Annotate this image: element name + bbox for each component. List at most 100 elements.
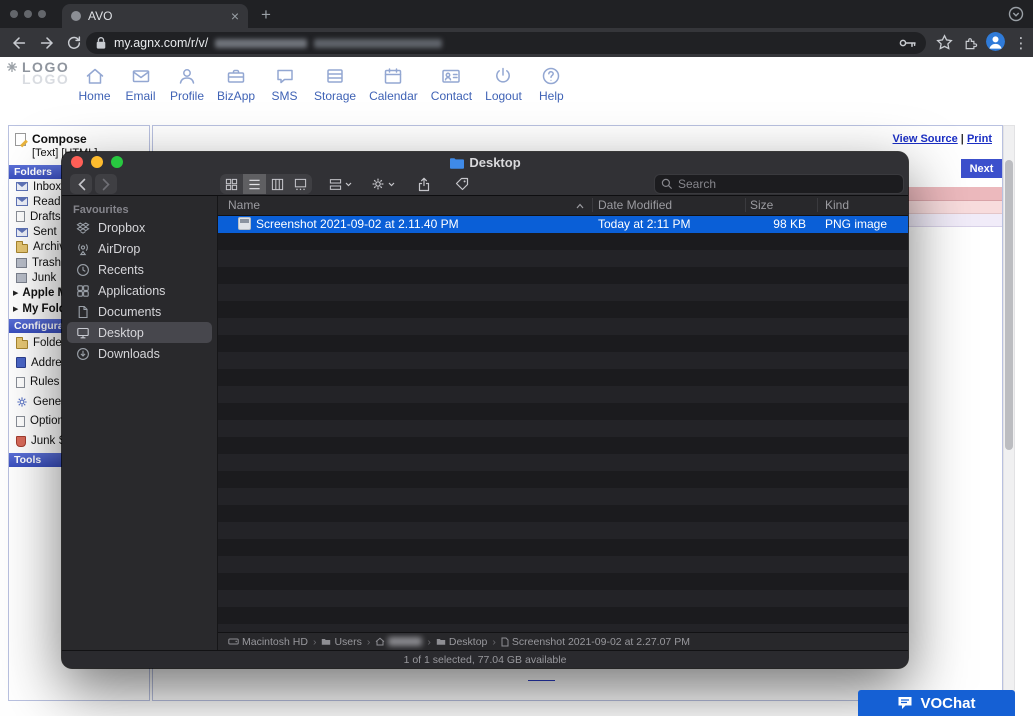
path-item-desktop[interactable]: Desktop [436,636,488,648]
gallery-view-icon[interactable] [289,174,312,194]
column-divider[interactable] [817,198,818,212]
nav-home[interactable]: Home [78,65,111,103]
junk-icon [16,273,27,283]
profile-icon [176,65,198,87]
page-scrollbar[interactable] [1003,125,1015,702]
nav-sms[interactable]: SMS [268,65,301,103]
search-input[interactable] [678,177,897,191]
finder-back-icon[interactable] [70,174,92,194]
sidebar-item-label: AirDrop [98,242,140,256]
gear-icon [371,177,385,191]
window-zoom-button[interactable] [38,10,46,18]
email-icon [130,65,152,87]
nav-help[interactable]: Help [535,65,568,103]
finder-titlebar[interactable]: Desktop [62,152,908,196]
folder-label: Trash [32,257,61,269]
help-icon [540,65,562,87]
column-view-icon[interactable] [266,174,289,194]
sort-ascending-icon[interactable] [576,203,584,209]
nav-label: Email [125,89,155,103]
nav-bizapp[interactable]: BizApp [217,65,255,103]
browser-tab[interactable]: AVO × [62,4,248,28]
share-button[interactable] [412,174,436,194]
finder-sidebar: Favourites Dropbox AirDrop Recents Appli… [62,196,218,650]
nav-storage[interactable]: Storage [314,65,356,103]
applications-icon [76,284,90,298]
finder-title-text: Desktop [469,155,520,170]
nav-profile[interactable]: Profile [170,65,204,103]
finder-search-field[interactable] [654,174,904,194]
sidebar-item-airdrop[interactable]: AirDrop [67,238,212,259]
sidebar-item-dropbox[interactable]: Dropbox [67,217,212,238]
url-bar[interactable]: my.agnx.com/r/v/ [86,32,926,54]
path-separator: › [366,636,372,648]
path-item-macintosh-hd[interactable]: Macintosh HD [228,636,308,648]
finder-window: Desktop [62,152,908,668]
column-divider[interactable] [592,198,593,212]
nav-email[interactable]: Email [124,65,157,103]
list-view-icon[interactable] [243,174,266,194]
nav-calendar[interactable]: Calendar [369,65,418,103]
nav-logout[interactable]: Logout [485,65,522,103]
sidebar-item-label: Desktop [98,326,144,340]
extensions-icon[interactable] [960,32,982,53]
url-redacted-segment [314,39,442,48]
header-links: View Source | Print [893,133,992,145]
file-thumbnail-icon [238,217,251,230]
expand-arrow-icon[interactable]: ▶ [13,306,18,313]
file-row-selected[interactable]: Screenshot 2021-09-02 at 2.11.40 PM Toda… [218,216,908,233]
window-minimize-button[interactable] [24,10,32,18]
window-close-button[interactable] [10,10,18,18]
sidebar-item-downloads[interactable]: Downloads [67,343,212,364]
vochat-button[interactable]: VOChat [858,690,1015,716]
path-item-users[interactable]: Users [321,636,361,648]
sidebar-item-recents[interactable]: Recents [67,259,212,280]
column-date-modified[interactable]: Date Modified [598,198,672,212]
path-separator: › [312,636,318,648]
share-icon [417,177,431,192]
expand-arrow-icon[interactable]: ▶ [13,290,18,297]
new-tab-button[interactable]: + [256,5,276,25]
clock-icon [76,263,90,277]
bookmark-star-icon[interactable] [933,32,955,53]
url-redacted-segment [215,39,307,48]
path-item-file[interactable]: Screenshot 2021-09-02 at 2.27.07 PM [501,636,690,648]
view-source-link[interactable]: View Source [893,133,958,145]
group-by-button[interactable] [324,174,356,194]
path-separator: › [491,636,497,648]
sidebar-item-desktop[interactable]: Desktop [67,322,212,343]
logo-text-ghost: LOGO [22,73,69,85]
path-label: Macintosh HD [242,636,308,648]
webmail-nav: Home Email Profile BizApp SMS Storage Ca… [78,65,568,103]
reload-icon[interactable] [62,32,84,53]
profile-avatar[interactable] [986,32,1005,51]
finder-path-bar: Macintosh HD › Users › › Desktop › Scree… [218,632,908,650]
folder-label: Inbox [33,181,61,193]
search-icon [661,178,673,190]
finder-forward-icon[interactable] [95,174,117,194]
icon-view-icon[interactable] [220,174,243,194]
tab-search-icon[interactable] [1008,6,1024,22]
back-icon[interactable] [8,32,30,53]
key-icon[interactable] [899,37,917,49]
forward-icon[interactable] [36,32,58,53]
nav-label: Help [539,89,564,103]
sidebar-item-documents[interactable]: Documents [67,301,212,322]
sidebar-item-applications[interactable]: Applications [67,280,212,301]
browser-menu-icon[interactable]: ⋮ [1012,32,1030,53]
column-name[interactable]: Name [228,198,260,212]
next-button[interactable]: Next [961,159,1002,178]
page-link-fragment[interactable] [528,678,555,681]
actions-button[interactable] [366,174,400,194]
tags-button[interactable] [450,174,474,194]
file-name: Screenshot 2021-09-02 at 2.11.40 PM [256,217,459,231]
path-item-user-home[interactable] [375,637,422,646]
tab-close-icon[interactable]: × [231,9,239,23]
compose-button[interactable]: Compose [9,126,149,147]
print-link[interactable]: Print [967,133,992,145]
scrollbar-thumb[interactable] [1005,160,1013,450]
column-size[interactable]: Size [750,198,773,212]
column-divider[interactable] [745,198,746,212]
column-kind[interactable]: Kind [825,198,849,212]
nav-contact[interactable]: Contact [431,65,472,103]
